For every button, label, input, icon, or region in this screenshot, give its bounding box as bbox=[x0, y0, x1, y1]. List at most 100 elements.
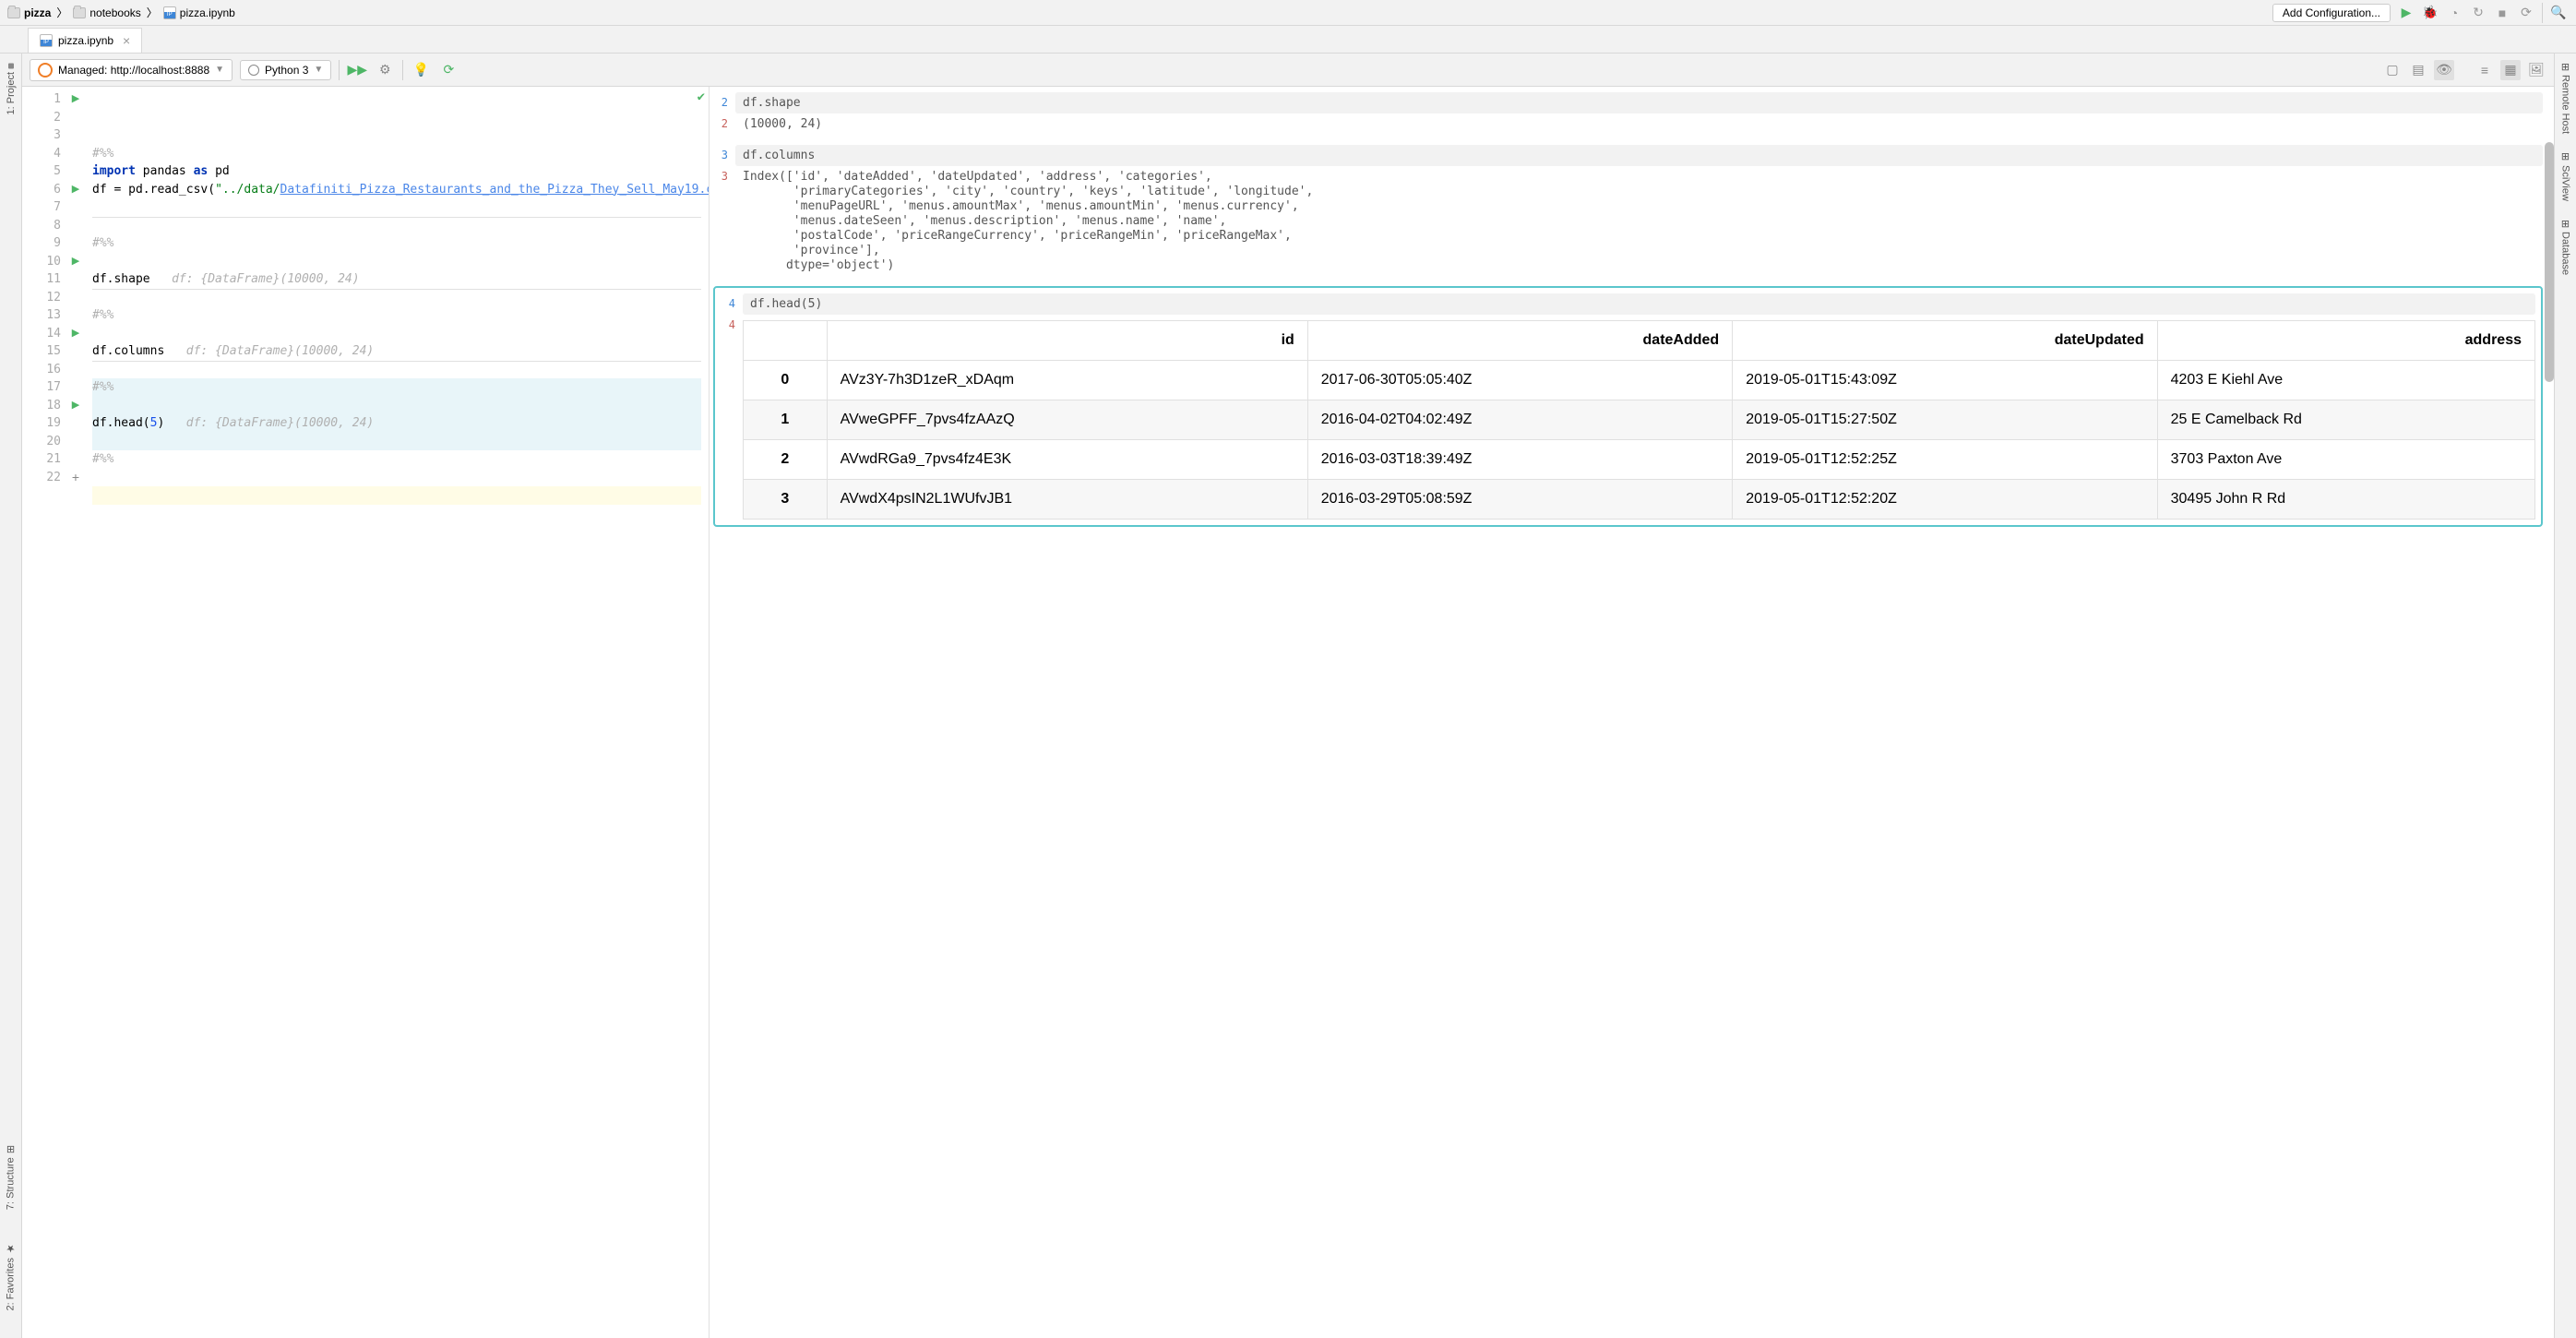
coverage-icon[interactable]: ◔ bbox=[2446, 5, 2463, 21]
add-configuration-button[interactable]: Add Configuration... bbox=[2272, 4, 2391, 22]
editor-tabs: pizza.ipynb × bbox=[0, 26, 2576, 54]
view-list-icon[interactable]: ≡ bbox=[2475, 60, 2495, 80]
run-cell-icon[interactable]: ▶ bbox=[66, 253, 85, 271]
table-cell: 2016-04-02T04:02:49Z bbox=[1307, 400, 1732, 440]
table-cell: 2019-05-01T12:52:25Z bbox=[1733, 440, 2157, 480]
dataframe-table[interactable]: iddateAddeddateUpdatedaddress0AVz3Y-7h3D… bbox=[743, 320, 2535, 520]
notebook-icon bbox=[40, 34, 53, 47]
stop-icon[interactable]: ■ bbox=[2494, 5, 2510, 21]
code-line[interactable]: import pandas as pd bbox=[92, 162, 701, 181]
tool-database[interactable]: ⊞Database bbox=[2559, 220, 2571, 275]
code-line[interactable] bbox=[92, 433, 701, 451]
jupyter-server-combo[interactable]: Managed: http://localhost:8888 ▼ bbox=[30, 59, 233, 81]
table-cell: AVwdX4psIN2L1WUfvJB1 bbox=[827, 480, 1307, 520]
folder-icon bbox=[7, 7, 20, 18]
code-line[interactable]: #%% bbox=[92, 145, 701, 163]
output-cell[interactable]: 2df.shape2(10000, 24) bbox=[713, 92, 2543, 136]
table-row[interactable]: 2AVwdRGa9_7pvs4fz4E3K2016-03-03T18:39:49… bbox=[744, 440, 2535, 480]
table-cell: 2019-05-01T15:43:09Z bbox=[1733, 361, 2157, 400]
code-line[interactable]: df.head(5) df: {DataFrame}(10000, 24) bbox=[92, 414, 701, 433]
output-cell[interactable]: 4df.head(5)4iddateAddeddateUpdatedaddres… bbox=[713, 286, 2543, 527]
code-line[interactable] bbox=[92, 505, 701, 523]
run-cell-icon[interactable]: ▶ bbox=[66, 181, 85, 199]
table-cell: AVwdRGa9_7pvs4fz4E3K bbox=[827, 440, 1307, 480]
code-line[interactable]: df = pd.read_csv("../data/Datafiniti_Piz… bbox=[92, 181, 701, 199]
table-cell: 0 bbox=[744, 361, 828, 400]
code-line[interactable] bbox=[92, 397, 701, 415]
layout-code-icon[interactable]: ▢ bbox=[2382, 60, 2403, 80]
run-cell-icon[interactable]: ▶ bbox=[66, 325, 85, 343]
table-cell: 2016-03-29T05:08:59Z bbox=[1307, 480, 1732, 520]
breadcrumb-root[interactable]: pizza bbox=[7, 6, 51, 19]
add-cell-icon[interactable]: + bbox=[66, 469, 85, 487]
scrollbar-thumb[interactable] bbox=[2545, 142, 2554, 382]
code-line[interactable] bbox=[92, 289, 701, 307]
table-header[interactable]: id bbox=[827, 321, 1307, 361]
output-prompt: 2 bbox=[713, 113, 735, 134]
python-icon bbox=[248, 65, 259, 76]
search-icon[interactable]: 🔍 bbox=[2550, 5, 2567, 21]
run-cell-icon[interactable]: ▶ bbox=[66, 397, 85, 415]
code-line[interactable] bbox=[92, 469, 701, 487]
run-cell-icon[interactable]: ▶ bbox=[66, 90, 85, 109]
code-line[interactable]: #%% bbox=[92, 378, 701, 397]
code-line[interactable] bbox=[92, 325, 701, 343]
sync-ok-icon: ✔ bbox=[698, 89, 705, 107]
code-line[interactable]: #%% bbox=[92, 450, 701, 469]
update-icon[interactable]: ⟳ bbox=[2518, 5, 2534, 21]
interrupt-button[interactable]: ⚙ bbox=[375, 60, 395, 80]
code-line[interactable] bbox=[92, 522, 701, 541]
table-header[interactable]: address bbox=[2157, 321, 2534, 361]
cell-code: df.shape bbox=[735, 92, 2543, 113]
intentions-bulb-icon[interactable]: 💡 bbox=[411, 60, 431, 80]
jupyter-icon bbox=[38, 63, 53, 78]
reload-button[interactable]: ⟳ bbox=[438, 60, 459, 80]
code-line[interactable] bbox=[92, 198, 701, 217]
profile-icon[interactable]: ↻ bbox=[2470, 5, 2487, 21]
view-detail-icon[interactable]: ▦ bbox=[2500, 60, 2521, 80]
kernel-combo[interactable]: Python 3 ▼ bbox=[240, 60, 331, 80]
cell-code: df.head(5) bbox=[743, 293, 2535, 315]
code-editor[interactable]: 12345678910111213141516171819202122 ▶▶▶▶… bbox=[22, 87, 710, 1338]
breadcrumb-file[interactable]: pizza.ipynb bbox=[163, 6, 235, 19]
breadcrumbs: pizza 〉 notebooks 〉 pizza.ipynb bbox=[7, 5, 235, 20]
table-header[interactable] bbox=[744, 321, 828, 361]
output-cell[interactable]: 3df.columns3Index(['id', 'dateAdded', 'd… bbox=[713, 145, 2543, 277]
tool-remote-host[interactable]: ⊞Remote Host bbox=[2559, 63, 2571, 134]
tool-project[interactable]: 1: Project bbox=[6, 63, 17, 114]
tool-favorites[interactable]: 2: Favorites★ bbox=[5, 1242, 17, 1310]
tool-structure[interactable]: 7: Structure⊞ bbox=[5, 1145, 17, 1210]
close-tab-icon[interactable]: × bbox=[123, 33, 130, 48]
tab-pizza-ipynb[interactable]: pizza.ipynb × bbox=[28, 28, 142, 53]
breadcrumb-folder[interactable]: notebooks bbox=[73, 6, 140, 19]
code-line[interactable]: df.columns df: {DataFrame}(10000, 24) bbox=[92, 342, 701, 361]
table-header[interactable]: dateAdded bbox=[1307, 321, 1732, 361]
layout-preview-icon[interactable]: 👁 bbox=[2434, 60, 2454, 80]
table-cell: AVweGPFF_7pvs4fzAAzQ bbox=[827, 400, 1307, 440]
code-line[interactable]: #%% bbox=[92, 306, 701, 325]
layout-split-icon[interactable]: ▤ bbox=[2408, 60, 2428, 80]
table-cell: 3 bbox=[744, 480, 828, 520]
code-line[interactable]: #%% bbox=[92, 234, 701, 253]
code-line[interactable]: df.shape df: {DataFrame}(10000, 24) bbox=[92, 270, 701, 289]
table-header[interactable]: dateUpdated bbox=[1733, 321, 2157, 361]
code-line[interactable] bbox=[92, 253, 701, 271]
output-panel[interactable]: 2df.shape2(10000, 24) 3df.columns3Index([… bbox=[710, 87, 2554, 1338]
code-line[interactable] bbox=[92, 486, 701, 505]
run-all-button[interactable]: ▶▶ bbox=[347, 60, 367, 80]
view-image-icon[interactable]: 🖼 bbox=[2526, 60, 2546, 80]
table-cell: 2019-05-01T15:27:50Z bbox=[1733, 400, 2157, 440]
table-row[interactable]: 1AVweGPFF_7pvs4fzAAzQ2016-04-02T04:02:49… bbox=[744, 400, 2535, 440]
tool-sciview[interactable]: ⊞SciView bbox=[2559, 152, 2571, 200]
debug-icon[interactable]: 🐞 bbox=[2422, 5, 2439, 21]
table-cell: 2016-03-03T18:39:49Z bbox=[1307, 440, 1732, 480]
separator-icon: 〉 bbox=[56, 5, 67, 20]
table-cell: AVz3Y-7h3D1zeR_xDAqm bbox=[827, 361, 1307, 400]
run-icon[interactable]: ▶ bbox=[2398, 5, 2415, 21]
table-row[interactable]: 3AVwdX4psIN2L1WUfvJB12016-03-29T05:08:59… bbox=[744, 480, 2535, 520]
table-row[interactable]: 0AVz3Y-7h3D1zeR_xDAqm2017-06-30T05:05:40… bbox=[744, 361, 2535, 400]
chevron-down-icon: ▼ bbox=[314, 65, 323, 75]
code-line[interactable] bbox=[92, 217, 701, 235]
folder-icon bbox=[73, 7, 86, 18]
code-line[interactable] bbox=[92, 361, 701, 379]
